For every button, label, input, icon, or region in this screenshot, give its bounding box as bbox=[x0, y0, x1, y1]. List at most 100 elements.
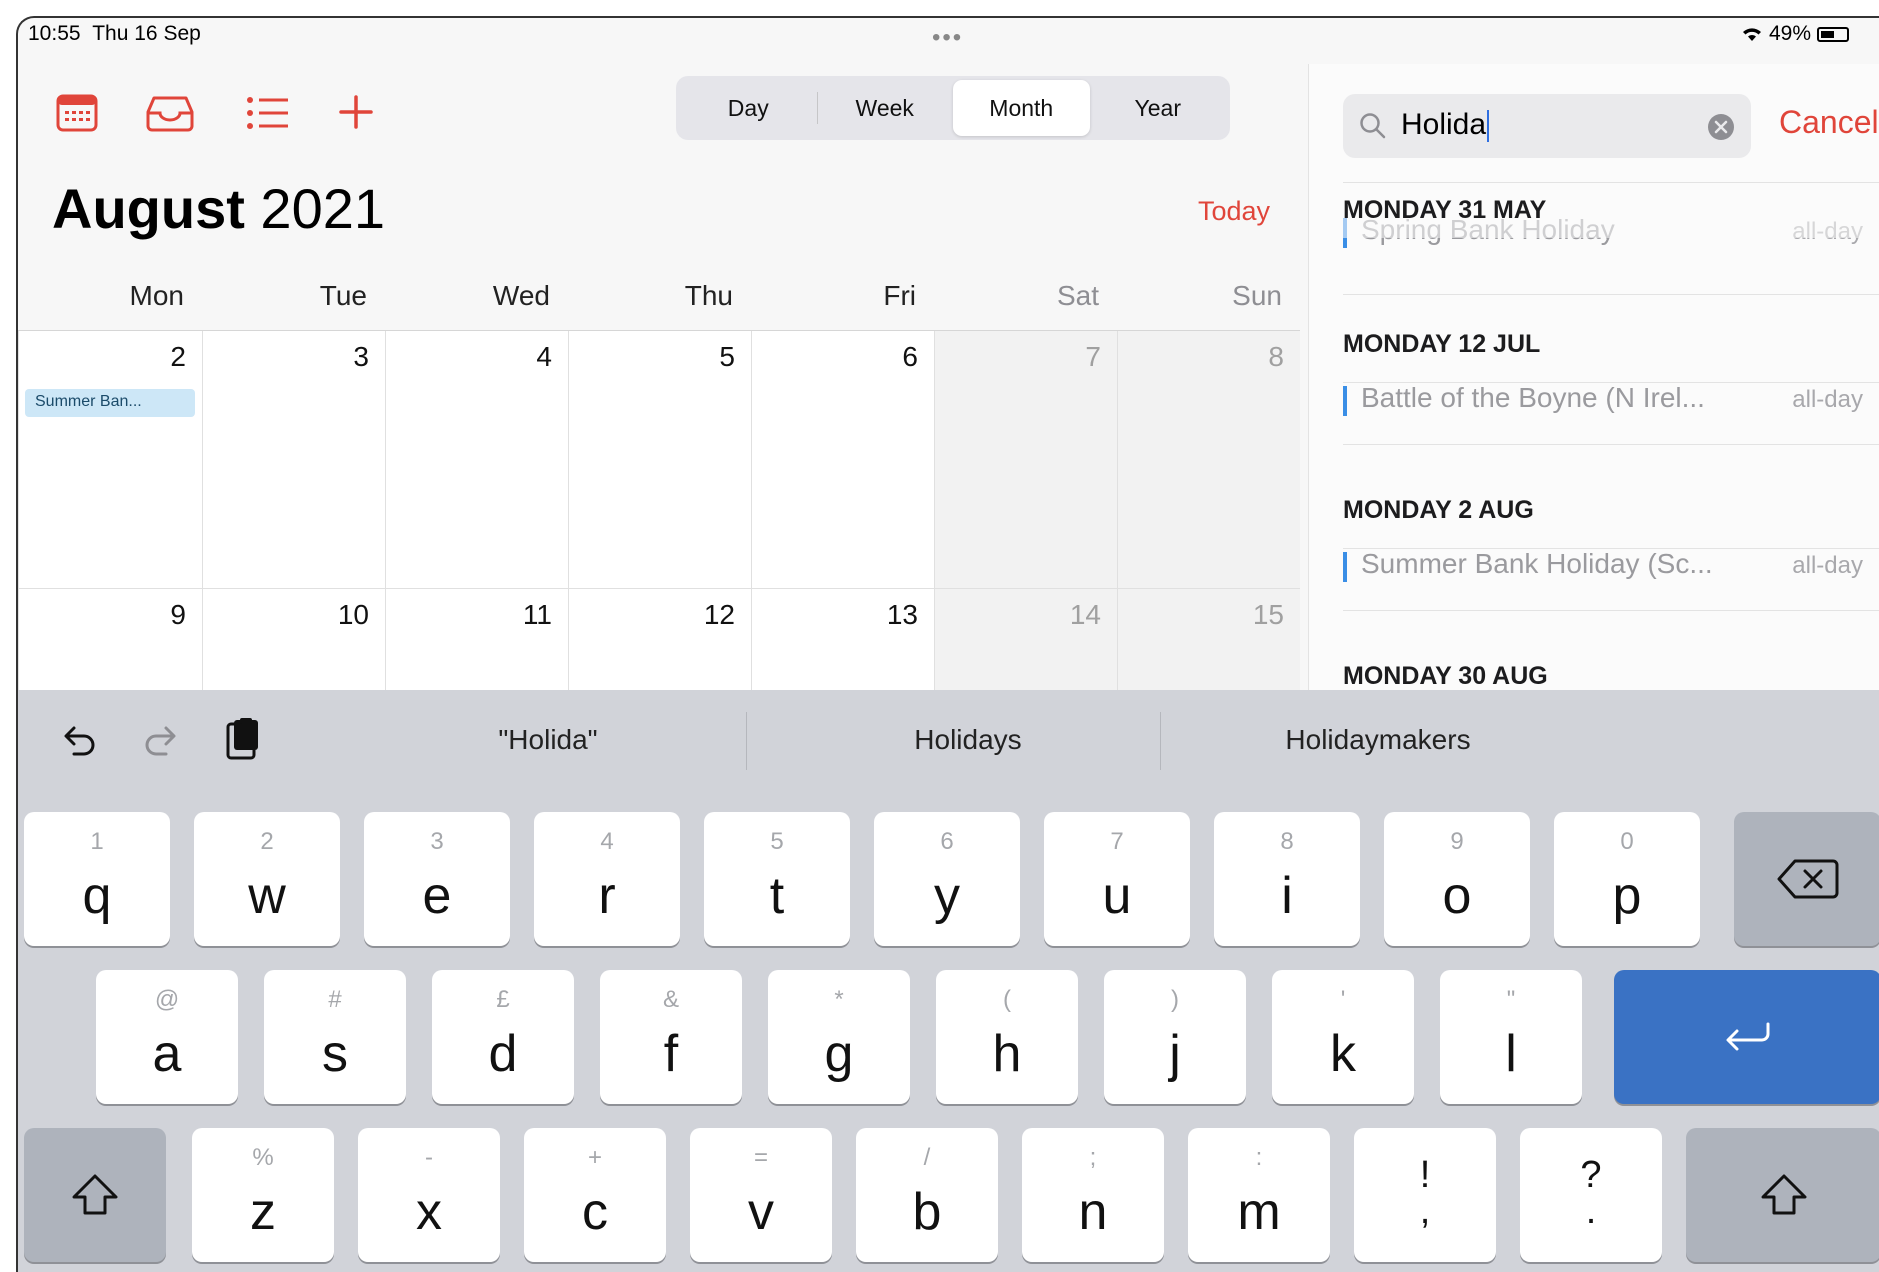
calendars-icon[interactable] bbox=[56, 94, 98, 132]
key-d[interactable]: £ d bbox=[432, 970, 574, 1104]
search-query: Holida bbox=[1401, 108, 1487, 141]
clear-search-icon[interactable] bbox=[1707, 113, 1735, 141]
key-exclamation-comma[interactable]: !, bbox=[1354, 1128, 1496, 1262]
key-letter: j bbox=[1169, 1025, 1181, 1083]
day-cell[interactable]: 10 bbox=[202, 589, 385, 691]
suggestion-bar: "Holida" Holidays Holidaymakers bbox=[18, 690, 1879, 790]
key-letter: u bbox=[1102, 867, 1132, 925]
day-cell[interactable]: 5 bbox=[568, 331, 751, 589]
shift-key-left[interactable] bbox=[24, 1128, 166, 1262]
key-p[interactable]: 0p bbox=[1554, 812, 1700, 946]
segment-day-label: Day bbox=[727, 94, 769, 121]
key-s[interactable]: # s bbox=[264, 970, 406, 1104]
calendar-color-bar bbox=[1343, 386, 1347, 416]
add-event-icon[interactable] bbox=[338, 94, 374, 130]
result-time: all-day bbox=[1792, 386, 1863, 413]
segment-day[interactable]: Day bbox=[680, 80, 817, 136]
weekday-sun: Sun bbox=[1232, 280, 1282, 311]
key-letter: g bbox=[824, 1025, 854, 1083]
shift-icon bbox=[72, 1174, 118, 1215]
key-t[interactable]: 5t bbox=[704, 812, 850, 946]
key-b[interactable]: / b bbox=[856, 1128, 998, 1262]
segment-year[interactable]: Year bbox=[1090, 80, 1227, 136]
result-date-header: MONDAY 12 JUL bbox=[1343, 330, 1541, 358]
key-y[interactable]: 6y bbox=[874, 812, 1020, 946]
undo-icon[interactable] bbox=[58, 722, 98, 758]
key-z[interactable]: % z bbox=[192, 1128, 334, 1262]
divider bbox=[1343, 444, 1879, 445]
today-button[interactable]: Today bbox=[1198, 196, 1270, 227]
day-cell[interactable]: 4 bbox=[385, 331, 568, 589]
key-k[interactable]: ' k bbox=[1272, 970, 1414, 1104]
segment-month[interactable]: Month bbox=[953, 80, 1090, 136]
key-f[interactable]: & f bbox=[600, 970, 742, 1104]
key-c[interactable]: + c bbox=[524, 1128, 666, 1262]
suggestion-typed[interactable]: "Holida" bbox=[398, 724, 698, 756]
day-cell[interactable]: 3 bbox=[202, 331, 385, 589]
day-cell[interactable]: 8 bbox=[1117, 331, 1300, 589]
shift-icon bbox=[1761, 1174, 1806, 1215]
day-cell[interactable]: 2 Summer Ban... bbox=[18, 331, 202, 589]
key-g[interactable]: * g bbox=[768, 970, 910, 1104]
day-cell[interactable]: 11 bbox=[385, 589, 568, 691]
day-number: 13 bbox=[886, 599, 918, 630]
result-battle-of-the-boyne[interactable]: Battle of the Boyne (N Irel... all-day bbox=[1343, 382, 1863, 422]
day-cell[interactable]: 12 bbox=[568, 589, 751, 691]
wifi-icon bbox=[1742, 28, 1761, 41]
day-cell[interactable]: 7 bbox=[934, 331, 1117, 589]
key-secondary: = bbox=[753, 1144, 768, 1171]
key-secondary: * bbox=[834, 986, 844, 1013]
suggestion-holidaymakers[interactable]: Holidaymakers bbox=[1208, 724, 1548, 756]
key-r[interactable]: 4r bbox=[534, 812, 680, 946]
result-summer-bank-holiday[interactable]: Summer Bank Holiday (Sc... all-day bbox=[1343, 548, 1863, 588]
key-letter: s bbox=[322, 1025, 348, 1083]
day-cell[interactable]: 9 bbox=[18, 589, 202, 691]
key-n[interactable]: ; n bbox=[1022, 1128, 1164, 1262]
key-j[interactable]: ) j bbox=[1104, 970, 1246, 1104]
segment-week[interactable]: Week bbox=[816, 80, 954, 136]
day-cell[interactable]: 15 bbox=[1117, 589, 1300, 691]
backspace-icon bbox=[1777, 859, 1838, 899]
day-cell[interactable]: 6 bbox=[751, 331, 934, 589]
key-h[interactable]: (h bbox=[936, 970, 1078, 1104]
key-letter: v bbox=[748, 1183, 774, 1241]
key-e[interactable]: 3e bbox=[364, 812, 510, 946]
key-l[interactable]: " l bbox=[1440, 970, 1582, 1104]
key-lower-glyph: . bbox=[1585, 1190, 1597, 1232]
inbox-icon[interactable] bbox=[146, 94, 194, 132]
day-cell[interactable]: 14 bbox=[934, 589, 1117, 691]
event-chip[interactable]: Summer Ban... bbox=[25, 389, 195, 417]
suggestion-divider bbox=[746, 712, 747, 770]
return-key[interactable] bbox=[1614, 970, 1879, 1104]
clipboard-paste-icon[interactable] bbox=[222, 716, 262, 762]
key-q[interactable]: 1q bbox=[24, 812, 170, 946]
search-input[interactable]: Holida bbox=[1401, 108, 1490, 143]
key-question-period[interactable]: ?. bbox=[1520, 1128, 1662, 1262]
key-i[interactable]: 8i bbox=[1214, 812, 1360, 946]
cancel-button[interactable]: Cancel bbox=[1779, 104, 1879, 141]
shift-key-right[interactable] bbox=[1686, 1128, 1879, 1262]
segment-month-label: Month bbox=[989, 94, 1054, 121]
key-v[interactable]: = v bbox=[690, 1128, 832, 1262]
key-lower-glyph: , bbox=[1419, 1190, 1431, 1232]
redo-icon[interactable] bbox=[142, 722, 182, 758]
key-o[interactable]: 9o bbox=[1384, 812, 1530, 946]
day-cell[interactable]: 13 bbox=[751, 589, 934, 691]
multitasking-dots-icon[interactable]: ••• bbox=[932, 24, 963, 52]
key-secondary: 1 bbox=[90, 828, 104, 855]
day-number: 7 bbox=[1085, 341, 1101, 372]
day-number: 14 bbox=[1069, 599, 1101, 630]
key-m[interactable]: :m bbox=[1188, 1128, 1330, 1262]
delete-key[interactable] bbox=[1734, 812, 1879, 946]
weekday-mon: Mon bbox=[129, 280, 184, 311]
suggestion-holidays[interactable]: Holidays bbox=[808, 724, 1128, 756]
key-letter: y bbox=[934, 867, 960, 925]
key-u[interactable]: 7u bbox=[1044, 812, 1190, 946]
ipad-screen: 10:55 Thu 16 Sep ••• 49% Day Week Month … bbox=[16, 16, 1879, 1272]
list-icon[interactable] bbox=[246, 94, 290, 132]
key-secondary: 9 bbox=[1450, 828, 1464, 855]
key-w[interactable]: 2w bbox=[194, 812, 340, 946]
key-x[interactable]: -x bbox=[358, 1128, 500, 1262]
key-a[interactable]: @ a bbox=[96, 970, 238, 1104]
search-field[interactable]: Holida bbox=[1343, 94, 1751, 158]
